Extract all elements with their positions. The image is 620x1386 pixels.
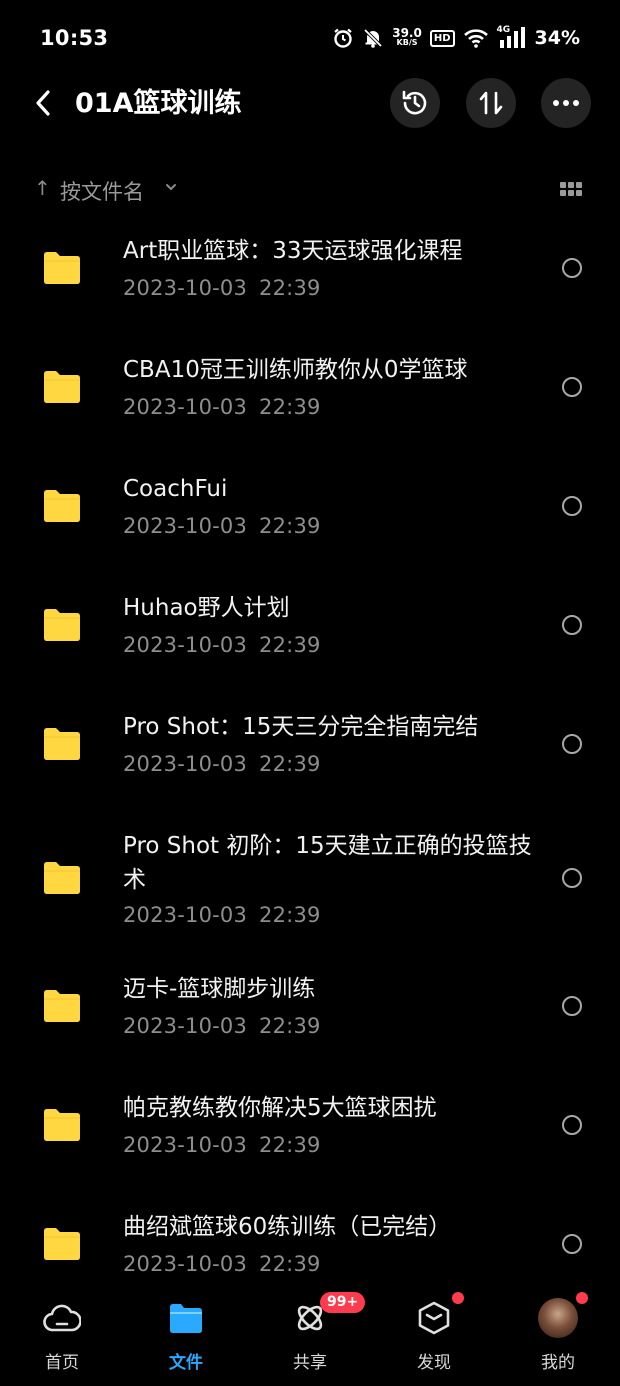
select-radio[interactable] [562, 615, 582, 635]
select-radio[interactable] [562, 258, 582, 278]
nav-item-discover[interactable]: 发现 [372, 1286, 496, 1386]
folder-icon [166, 1298, 206, 1338]
file-name: 曲绍斌篮球60练训练（已完结） [123, 1214, 452, 1240]
list-item[interactable]: CBA10冠王训练师教你从0学篮球 2023-10-03 22:39 [0, 345, 620, 463]
list-item[interactable]: 曲绍斌篮球60练训练（已完结） 2023-10-03 22:39 [0, 1202, 620, 1286]
hd-badge: HD [429, 29, 455, 47]
net-speed: 39.0 KB/S [392, 26, 422, 48]
page-title: 01A篮球训练 [75, 88, 242, 119]
folder-icon [44, 371, 80, 403]
file-date: 2023-10-03 22:39 [123, 395, 321, 419]
up-down-arrows-icon [479, 91, 503, 115]
folder-icon [44, 252, 80, 284]
mute-bell-icon [362, 27, 384, 49]
list-item[interactable]: Art职业篮球：33天运球强化课程 2023-10-03 22:39 [0, 226, 620, 344]
chevron-down-icon[interactable] [164, 180, 178, 194]
header: 01A篮球训练 [0, 76, 620, 132]
profile-dot [576, 1292, 588, 1304]
status-icons: 39.0 KB/S HD 4G 34% [332, 24, 580, 52]
file-name: Pro Shot：15天三分完全指南完结 [123, 714, 479, 740]
file-name: CoachFui [123, 476, 228, 502]
select-radio[interactable] [562, 996, 582, 1016]
folder-icon [44, 1109, 80, 1141]
alarm-icon [332, 27, 354, 49]
net-speed-value: 39.0 [392, 26, 422, 40]
folder-icon [44, 990, 80, 1022]
file-date: 2023-10-03 22:39 [123, 903, 321, 927]
nav-label-discover: 发现 [417, 1353, 451, 1373]
list-item[interactable]: 迈卡-篮球脚步训练 2023-10-03 22:39 [0, 964, 620, 1082]
file-date: 2023-10-03 22:39 [123, 633, 321, 657]
wifi-icon [463, 27, 489, 49]
list-item[interactable]: Pro Shot 初阶：15天建立正确的投篮技术 2023-10-03 22:39 [0, 821, 620, 971]
select-radio[interactable] [562, 734, 582, 754]
nav-label-share: 共享 [293, 1353, 327, 1373]
select-radio[interactable] [562, 496, 582, 516]
cloud-home-icon [42, 1298, 82, 1338]
battery-level: 34% [534, 27, 580, 49]
net-speed-unit: KB/S [396, 38, 418, 47]
discover-dot [452, 1292, 464, 1304]
select-radio[interactable] [562, 868, 582, 888]
file-date: 2023-10-03 22:39 [123, 1252, 321, 1276]
nav-label-home: 首页 [45, 1353, 79, 1373]
file-name: 迈卡-篮球脚步训练 [123, 976, 316, 1002]
list-item[interactable]: CoachFui 2023-10-03 22:39 [0, 464, 620, 582]
folder-icon [44, 862, 80, 894]
sort-direction-icon[interactable]: ↑ [34, 176, 51, 200]
list-item[interactable]: Pro Shot：15天三分完全指南完结 2023-10-03 22:39 [0, 702, 620, 820]
list-item[interactable]: Huhao野人计划 2023-10-03 22:39 [0, 583, 620, 701]
chevron-left-icon [36, 90, 50, 116]
sort-label[interactable]: 按文件名 [60, 176, 144, 206]
file-name: 帕克教练教你解决5大篮球困扰 [123, 1095, 437, 1121]
more-dots-icon [553, 100, 579, 106]
select-radio[interactable] [562, 1234, 582, 1254]
file-date: 2023-10-03 22:39 [123, 1014, 321, 1038]
file-date: 2023-10-03 22:39 [123, 276, 321, 300]
folder-icon [44, 728, 80, 760]
folder-icon [44, 609, 80, 641]
select-radio[interactable] [562, 1115, 582, 1135]
file-date: 2023-10-03 22:39 [123, 1133, 321, 1157]
file-name: CBA10冠王训练师教你从0学篮球 [123, 357, 468, 383]
back-button[interactable] [26, 86, 60, 120]
more-button[interactable] [541, 78, 591, 128]
history-icon [402, 90, 427, 115]
transfer-button[interactable] [466, 78, 516, 128]
status-bar: 10:53 39.0 KB/S HD 4G 34% [0, 0, 620, 76]
grid-view-icon[interactable] [560, 182, 582, 198]
file-name: Pro Shot 初阶：15天建立正确的投篮技术 [123, 833, 532, 893]
file-name: Art职业篮球：33天运球强化课程 [123, 238, 463, 264]
cell-signal-icon: 4G [497, 25, 527, 50]
nav-label-files: 文件 [169, 1353, 203, 1373]
folder-icon [44, 490, 80, 522]
avatar [538, 1298, 578, 1338]
file-date: 2023-10-03 22:39 [123, 752, 321, 776]
sort-row: ↑ 按文件名 [0, 170, 620, 210]
nav-item-files[interactable]: 文件 [124, 1286, 248, 1386]
status-time: 10:53 [40, 26, 109, 50]
nav-item-me[interactable]: 我的 [496, 1286, 620, 1386]
notification-badge: 99+ [320, 1292, 366, 1313]
history-button[interactable] [390, 78, 440, 128]
folder-icon [44, 1228, 80, 1260]
file-name: Huhao野人计划 [123, 595, 290, 621]
bottom-nav: 首页 文件 共享 99+ 发现 我的 [0, 1286, 620, 1386]
file-date: 2023-10-03 22:39 [123, 514, 321, 538]
list-item[interactable]: 帕克教练教你解决5大篮球困扰 2023-10-03 22:39 [0, 1083, 620, 1201]
nav-item-home[interactable]: 首页 [0, 1286, 124, 1386]
nav-label-me: 我的 [541, 1353, 575, 1373]
select-radio[interactable] [562, 377, 582, 397]
discover-box-icon [414, 1298, 454, 1338]
